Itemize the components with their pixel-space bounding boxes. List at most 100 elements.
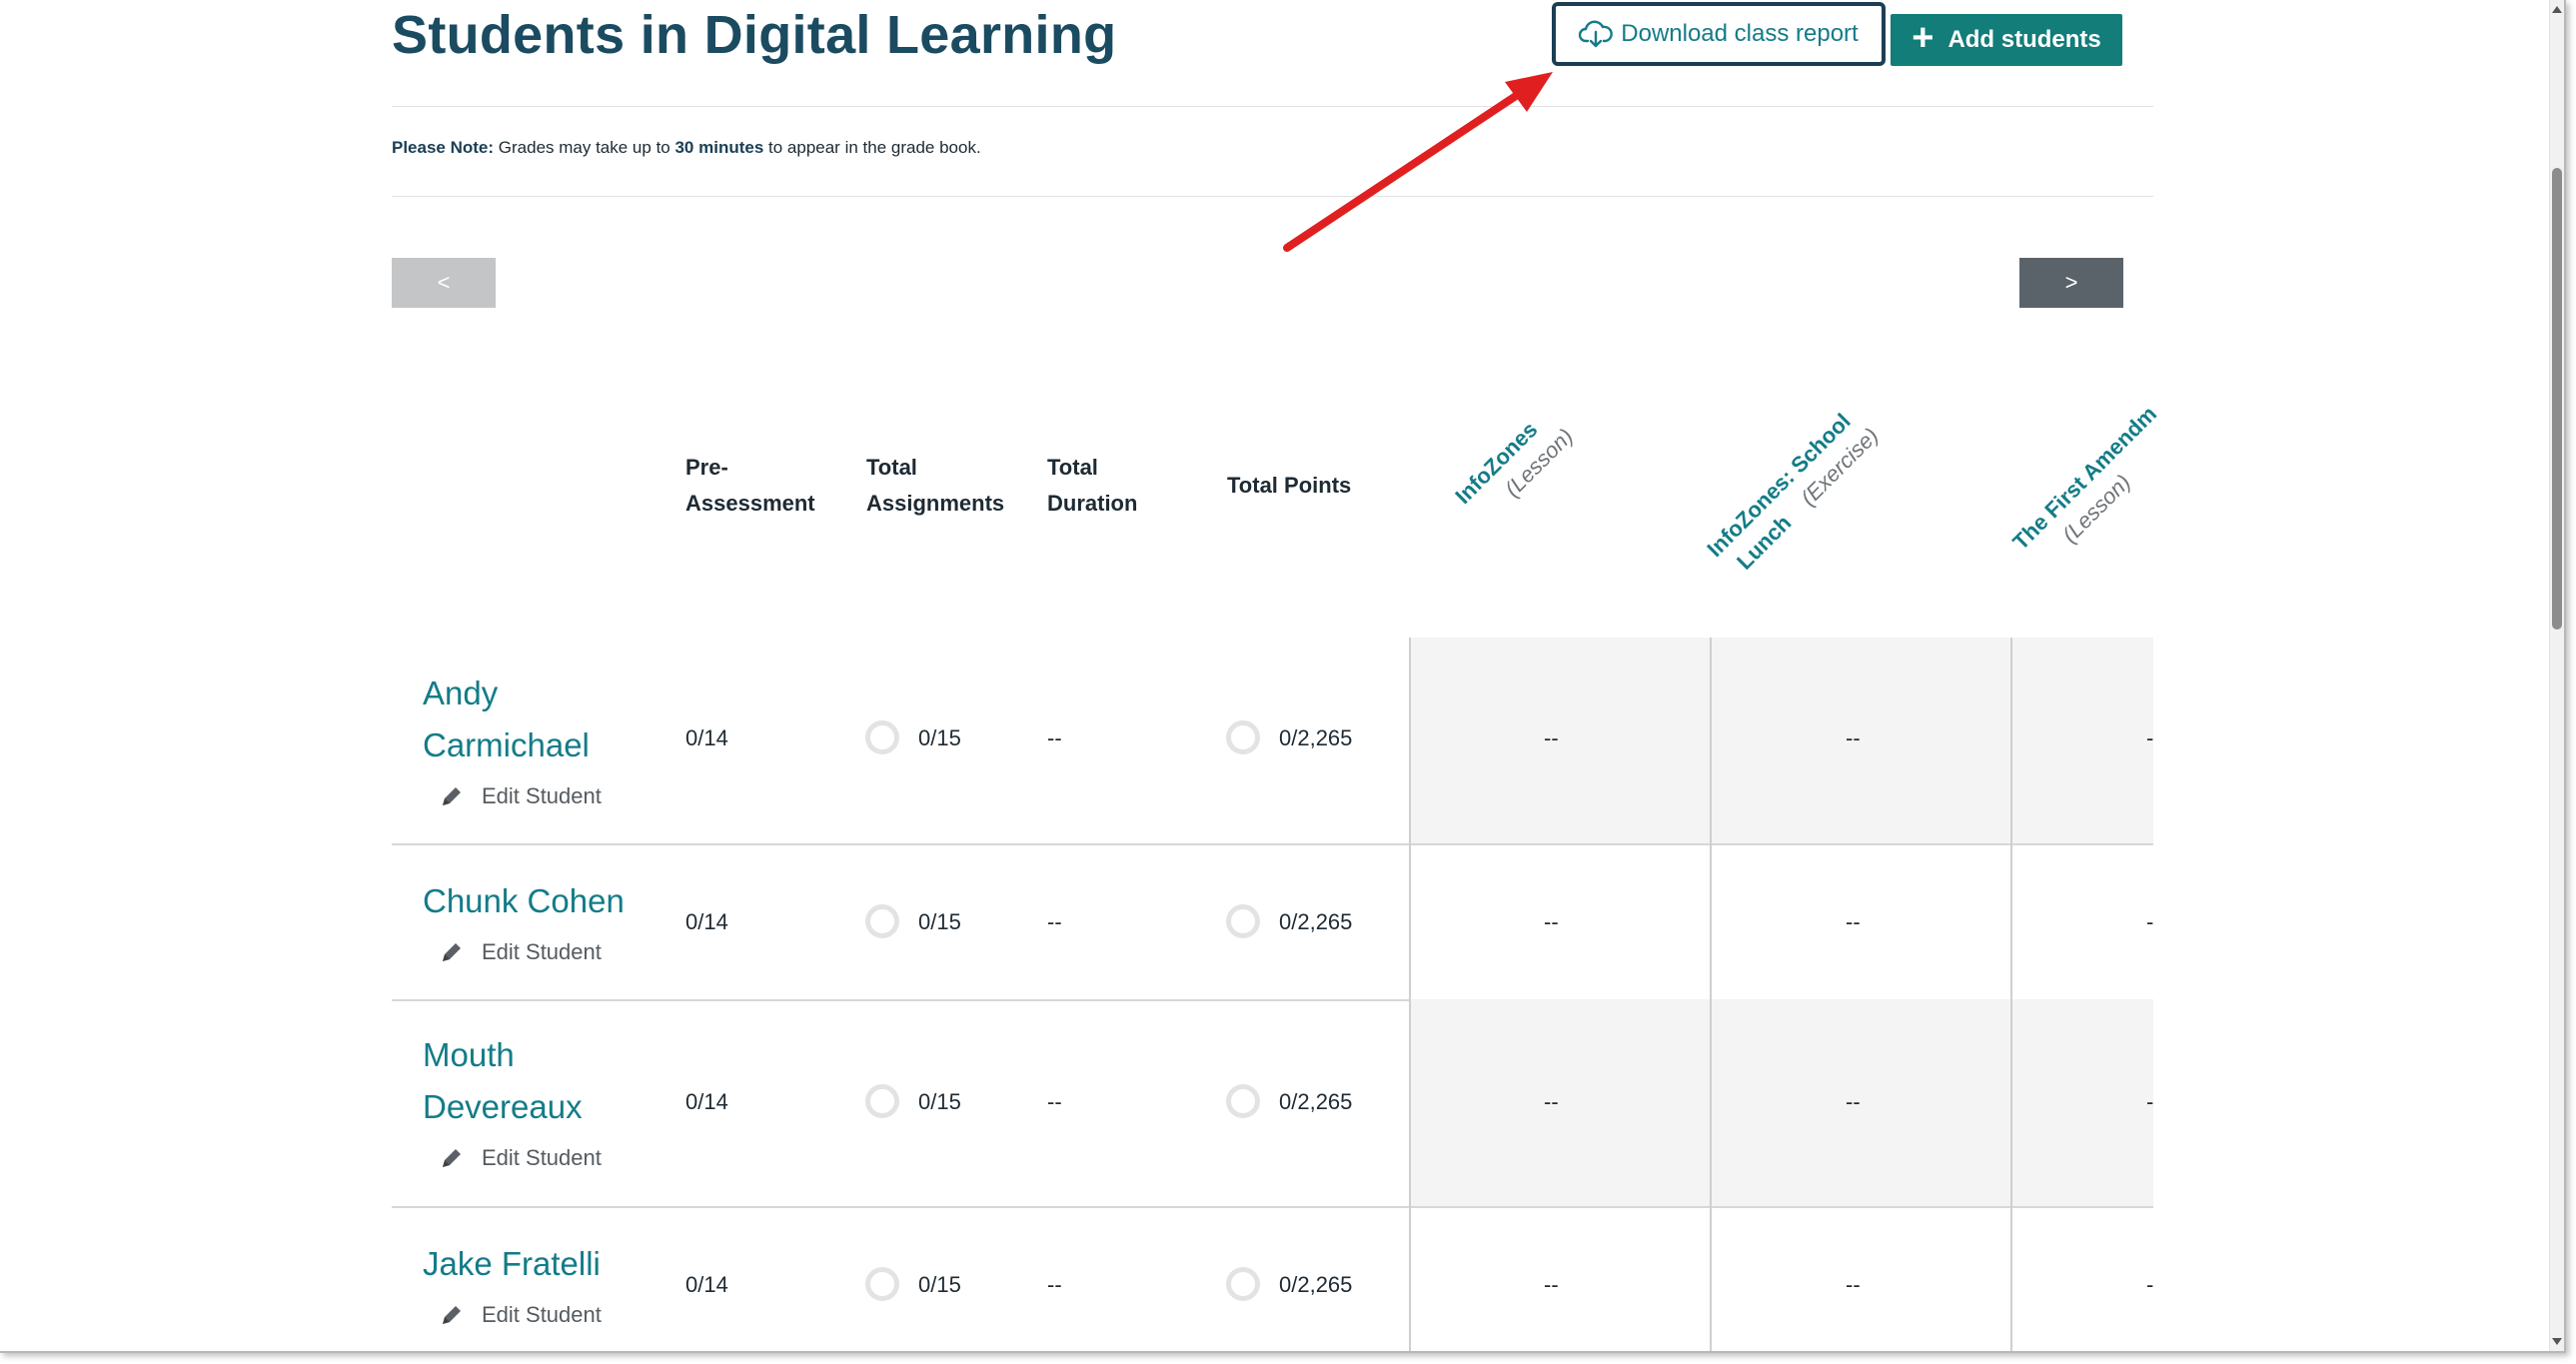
activity-score[interactable]: -- — [1544, 725, 1559, 751]
scrollbar-thumb[interactable] — [2552, 168, 2562, 630]
add-students-button[interactable]: + Add students — [1891, 14, 2122, 66]
activity-score[interactable]: -- — [1544, 1089, 1559, 1115]
column-divider — [2010, 999, 2012, 1206]
column-divider — [2010, 843, 2012, 999]
download-class-report-button[interactable]: Download class report — [1552, 2, 1886, 66]
total-points-value: 0/2,265 — [1279, 909, 1353, 934]
download-label: Download class report — [1621, 20, 1859, 47]
total-duration-value: -- — [1047, 1089, 1062, 1114]
total-duration-value: -- — [1047, 909, 1062, 934]
activity-score[interactable]: - — [2146, 725, 2153, 751]
column-header-activity-2[interactable]: InfoZones: School Lunch (Exercise) — [1701, 401, 1886, 586]
total-duration-value: -- — [1047, 725, 1062, 750]
student-name-link[interactable]: Jake Fratelli — [423, 1238, 601, 1290]
activity-score[interactable]: -- — [1846, 909, 1861, 935]
pre-assessment-value: 0/14 — [685, 909, 728, 934]
grade-note: Please Note: Grades may take up to 30 mi… — [392, 138, 981, 158]
cloud-download-icon — [1579, 20, 1614, 48]
activity-score[interactable]: - — [2146, 1272, 2153, 1298]
column-header-total-assignments[interactable]: Total Assignments — [866, 450, 1004, 522]
activity-score[interactable]: -- — [1544, 1272, 1559, 1298]
pencil-icon — [443, 787, 461, 805]
column-header-total-points[interactable]: Total Points — [1227, 468, 1351, 504]
edit-student-link[interactable]: Edit Student — [440, 1145, 602, 1171]
previous-page-button[interactable]: < — [392, 258, 496, 308]
progress-ring-icon — [865, 720, 899, 754]
student-name-line: Mouth — [423, 1036, 515, 1073]
progress-ring-icon — [865, 1267, 899, 1301]
pre-assessment-value: 0/14 — [685, 1272, 728, 1297]
column-divider — [1409, 843, 1411, 999]
activity-score[interactable]: -- — [1544, 909, 1559, 935]
activity-cells-band — [1409, 999, 2153, 1206]
edit-student-label: Edit Student — [482, 1302, 602, 1327]
note-text-1: Grades may take up to — [494, 138, 675, 157]
column-header-line: Assessment — [685, 491, 815, 516]
column-header-line: Assignments — [866, 491, 1005, 516]
column-divider — [2010, 1206, 2012, 1351]
table-row: Andy Carmichael Edit Student 0/14 0/15 -… — [392, 638, 2153, 845]
pencil-icon — [443, 1306, 461, 1324]
progress-ring-icon — [865, 904, 899, 938]
progress-ring-icon — [1226, 720, 1260, 754]
student-name-line: Carmichael — [423, 726, 590, 763]
page-title: Students in Digital Learning — [392, 5, 1117, 65]
pencil-icon — [443, 1149, 461, 1167]
add-students-label: Add students — [1947, 26, 2101, 53]
column-header-activity-1[interactable]: InfoZones (Lesson) — [1449, 401, 1580, 532]
column-header-total-duration[interactable]: Total Duration — [1047, 450, 1137, 522]
total-points-value: 0/2,265 — [1279, 1089, 1353, 1114]
activity-score[interactable]: - — [2146, 909, 2153, 935]
scroll-up-icon[interactable] — [2552, 6, 2562, 13]
progress-ring-icon — [1226, 1267, 1260, 1301]
activity-score[interactable]: -- — [1846, 1089, 1861, 1115]
student-name-line: Devereaux — [423, 1088, 583, 1125]
student-name-link[interactable]: Mouth Devereaux — [423, 1029, 583, 1133]
column-divider — [1710, 843, 1712, 999]
total-points-value: 0/2,265 — [1279, 1272, 1353, 1297]
student-name-line: Andy — [423, 675, 499, 711]
total-assignments-value: 0/15 — [918, 1089, 961, 1114]
student-name-link[interactable]: Andy Carmichael — [423, 668, 590, 771]
activity-cells-band — [1409, 638, 2153, 843]
annotation-arrow-icon — [1283, 72, 1553, 252]
student-name-line: Chunk Cohen — [423, 882, 625, 919]
table-row: Mouth Devereaux Edit Student 0/14 0/15 -… — [392, 999, 2153, 1208]
column-divider — [1409, 999, 1411, 1206]
column-divider — [1710, 1206, 1712, 1351]
column-header-line: Pre- — [685, 455, 728, 480]
edit-student-label: Edit Student — [482, 939, 602, 964]
progress-ring-icon — [865, 1084, 899, 1118]
note-prefix: Please Note: — [392, 138, 495, 157]
pre-assessment-value: 0/14 — [685, 725, 728, 750]
column-divider — [2010, 638, 2012, 843]
page-content: Students in Digital Learning Download cl… — [0, 0, 2548, 1351]
pencil-icon — [443, 943, 461, 961]
student-name-line: Jake Fratelli — [423, 1245, 601, 1282]
scroll-down-icon[interactable] — [2552, 1338, 2562, 1345]
edit-student-link[interactable]: Edit Student — [440, 1302, 602, 1328]
edit-student-link[interactable]: Edit Student — [440, 939, 602, 965]
vertical-scrollbar[interactable] — [2549, 0, 2564, 1351]
edit-student-link[interactable]: Edit Student — [440, 783, 602, 809]
column-header-pre-assessment[interactable]: Pre- Assessment — [685, 450, 815, 522]
progress-ring-icon — [1226, 904, 1260, 938]
next-page-button[interactable]: > — [2019, 258, 2123, 308]
activity-score[interactable]: -- — [1846, 1272, 1861, 1298]
plus-icon: + — [1912, 17, 1934, 59]
student-table: Andy Carmichael Edit Student 0/14 0/15 -… — [392, 638, 2153, 1351]
activity-score[interactable]: - — [2146, 1089, 2153, 1115]
column-header-line: Duration — [1047, 491, 1138, 516]
edit-student-label: Edit Student — [482, 783, 602, 808]
table-row: Jake Fratelli Edit Student 0/14 0/15 -- … — [392, 1206, 2153, 1351]
column-header-line: Total — [1047, 455, 1098, 480]
table-row: Chunk Cohen Edit Student 0/14 0/15 -- 0/… — [392, 843, 2153, 1001]
column-divider — [1409, 1206, 1411, 1351]
activity-score[interactable]: -- — [1846, 725, 1861, 751]
student-name-link[interactable]: Chunk Cohen — [423, 875, 625, 927]
column-divider — [1409, 638, 1411, 843]
total-assignments-value: 0/15 — [918, 1272, 961, 1297]
browser-frame: Students in Digital Learning Download cl… — [0, 0, 2566, 1353]
column-header-activity-3[interactable]: The First Amendm (Lesson) — [2006, 400, 2184, 578]
note-text-2: to appear in the grade book. — [763, 138, 981, 157]
